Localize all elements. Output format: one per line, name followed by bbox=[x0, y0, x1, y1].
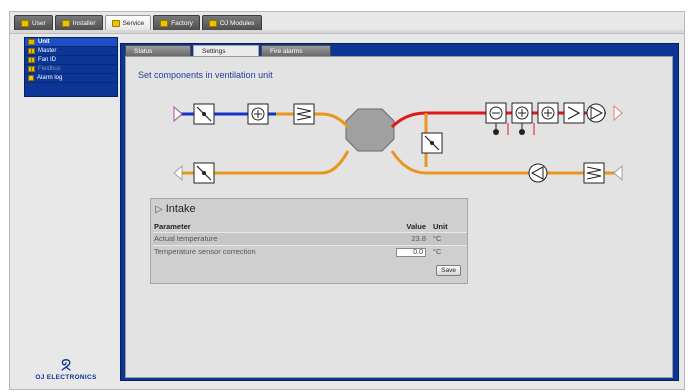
intake-table: Parameter Value Unit Actual temperature … bbox=[153, 222, 467, 258]
row-value: 23.8 bbox=[385, 231, 429, 245]
modules-icon bbox=[208, 19, 217, 27]
tab-user[interactable]: User bbox=[14, 15, 53, 30]
humidifier-icon[interactable] bbox=[563, 102, 585, 124]
grid-icon bbox=[28, 48, 35, 54]
row-unit: °C bbox=[429, 231, 467, 245]
grid-icon bbox=[28, 66, 35, 72]
sidebar-item-unit[interactable]: Unit bbox=[25, 38, 117, 47]
unit-icon bbox=[28, 39, 35, 45]
user-icon bbox=[21, 19, 29, 27]
logo-mark-icon: ᘝ bbox=[60, 356, 72, 375]
tab-fire-alarms[interactable]: Fire alarms bbox=[261, 45, 331, 56]
row-parameter: Actual temperature bbox=[153, 231, 385, 245]
intake-panel: ▷ Intake Parameter Value Unit Actual tem… bbox=[150, 198, 468, 284]
ventilation-diagram bbox=[173, 102, 623, 184]
tab-bar-divider bbox=[10, 30, 684, 34]
sidebar-item-label: Fan ID bbox=[38, 57, 57, 63]
table-header-row: Parameter Value Unit bbox=[153, 222, 467, 232]
sidebar-item-label: Alarm log bbox=[37, 75, 63, 81]
sidebar-item-label: Fieldbus bbox=[38, 66, 61, 72]
col-parameter: Parameter bbox=[154, 222, 191, 232]
col-value: Value bbox=[406, 222, 426, 232]
service-icon bbox=[111, 19, 120, 27]
intake-header[interactable]: ▷ Intake bbox=[155, 203, 196, 215]
installer-icon bbox=[61, 19, 70, 27]
row-parameter: Temperature sensor correction bbox=[153, 244, 385, 258]
intake-arrow-icon bbox=[173, 105, 183, 123]
sidebar-item-fan-id[interactable]: Fan ID bbox=[25, 56, 117, 65]
tab-settings[interactable]: Settings bbox=[193, 45, 259, 56]
col-unit: Unit bbox=[433, 222, 448, 232]
intake-title: Intake bbox=[165, 203, 196, 215]
cooler-pump-icon[interactable] bbox=[493, 129, 499, 135]
tab-label: OJ Modules bbox=[219, 19, 255, 27]
exhaust-arrow-icon bbox=[173, 164, 183, 182]
settings-content: Set components in ventilation unit ▷ Int… bbox=[125, 56, 673, 378]
tab-label: Factory bbox=[171, 19, 193, 27]
intake-to-exchanger-duct bbox=[321, 112, 350, 129]
tab-label: Service bbox=[122, 19, 145, 27]
heat-exchanger-icon[interactable] bbox=[345, 108, 395, 152]
heater-pump-icon[interactable] bbox=[519, 129, 525, 135]
tab-label: Installer bbox=[72, 19, 96, 27]
table-row: Temperature sensor correction °C bbox=[153, 244, 467, 258]
tab-oj-modules[interactable]: OJ Modules bbox=[201, 15, 262, 30]
table-row: Actual temperature 23.8 °C bbox=[153, 231, 467, 245]
tab-label: User bbox=[32, 19, 46, 27]
save-button[interactable]: Save bbox=[436, 265, 461, 276]
sidebar-item-alarm-log[interactable]: Alarm log bbox=[25, 74, 117, 83]
tab-installer[interactable]: Installer bbox=[54, 15, 103, 30]
sidebar: Unit Master Fan ID Fieldbus Alarm log bbox=[24, 37, 118, 97]
bell-icon bbox=[28, 75, 34, 81]
sidebar-item-label: Unit bbox=[38, 39, 50, 45]
sidebar-item-master[interactable]: Master bbox=[25, 47, 117, 56]
company-logo: ᘝ OJ ELECTRONICS bbox=[24, 356, 108, 382]
supply-out-arrow-icon bbox=[613, 104, 623, 122]
grid-icon bbox=[28, 57, 35, 63]
expand-triangle-icon: ▷ bbox=[155, 203, 163, 215]
tab-factory[interactable]: Factory bbox=[153, 15, 200, 30]
sub-tab-bar: Status Settings Fire alarms bbox=[125, 45, 331, 56]
extract-in-arrow-icon bbox=[613, 164, 623, 182]
sidebar-item-label: Master bbox=[38, 48, 57, 54]
sensor-correction-input[interactable] bbox=[396, 247, 426, 257]
row-unit: °C bbox=[429, 244, 467, 258]
row-value-cell bbox=[385, 244, 429, 258]
tab-status[interactable]: Status bbox=[125, 45, 191, 56]
sidebar-item-fieldbus[interactable]: Fieldbus bbox=[25, 65, 117, 74]
tab-service[interactable]: Service bbox=[104, 15, 152, 30]
factory-icon bbox=[160, 19, 169, 27]
logo-text: OJ ELECTRONICS bbox=[35, 374, 97, 381]
top-tab-bar: User Installer Service Factory OJ Module… bbox=[14, 15, 262, 30]
